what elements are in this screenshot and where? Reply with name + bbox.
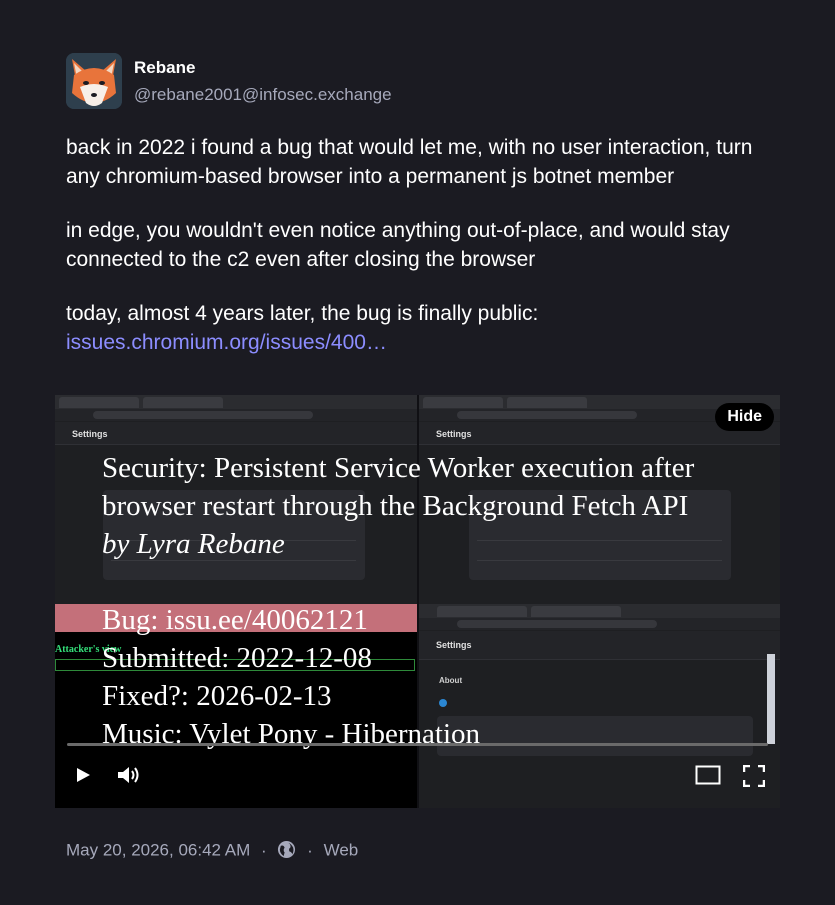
video-author-line: by Lyra Rebane	[102, 528, 285, 560]
post-content: back in 2022 i found a bug that would le…	[66, 133, 776, 382]
mute-button[interactable]	[117, 765, 141, 790]
video-progress-bar[interactable]	[67, 743, 768, 746]
post-paragraph: today, almost 4 years later, the bug is …	[66, 299, 776, 357]
post-timestamp[interactable]: May 20, 2026, 06:42 AM	[66, 841, 250, 860]
fox-avatar-icon	[66, 53, 122, 109]
play-icon	[77, 768, 90, 782]
theater-mode-button[interactable]	[695, 765, 721, 790]
account-handle[interactable]: @rebane2001@infosec.exchange	[134, 85, 392, 105]
post-paragraph: in edge, you wouldn't even notice anythi…	[66, 219, 730, 271]
video-title-line: browser restart through the Background F…	[102, 490, 689, 522]
fullscreen-icon	[742, 764, 766, 788]
display-name[interactable]: Rebane	[134, 58, 195, 78]
edge-pane: Settings About	[419, 604, 780, 808]
avatar[interactable]	[66, 53, 122, 109]
pane-settings-label: Settings	[72, 429, 108, 439]
post-meta: May 20, 2026, 06:42 AM · · Web	[66, 840, 358, 861]
post-client: Web	[323, 840, 359, 860]
volume-icon	[118, 767, 139, 783]
globe-icon	[277, 840, 301, 860]
play-button[interactable]	[75, 767, 91, 788]
post-paragraph-text: today, almost 4 years later, the bug is …	[66, 302, 539, 325]
submitted-date-line: Submitted: 2022-12-08	[102, 642, 372, 674]
issue-link[interactable]: issues.chromium.org/issues/400…	[66, 331, 387, 354]
fixed-date-line: Fixed?: 2026-02-13	[102, 680, 332, 712]
music-credit-line: Music: Vylet Pony - Hibernation	[102, 718, 481, 750]
post-paragraph: back in 2022 i found a bug that would le…	[66, 136, 753, 188]
fullscreen-button[interactable]	[742, 764, 766, 792]
hide-media-button[interactable]: Hide	[715, 403, 774, 431]
meta-separator: ·	[261, 840, 267, 860]
bug-link-line: Bug: issu.ee/40062121	[102, 604, 368, 636]
meta-separator: ·	[307, 840, 313, 860]
pane-about-label: About	[439, 676, 463, 685]
video-title-line: Security: Persistent Service Worker exec…	[102, 452, 695, 484]
theater-mode-icon	[695, 765, 721, 785]
pane-settings-label: Settings	[436, 429, 472, 439]
pane-settings-label: Settings	[436, 640, 472, 650]
video-player[interactable]: Settings Settings Attacker's view Settin…	[55, 395, 780, 808]
